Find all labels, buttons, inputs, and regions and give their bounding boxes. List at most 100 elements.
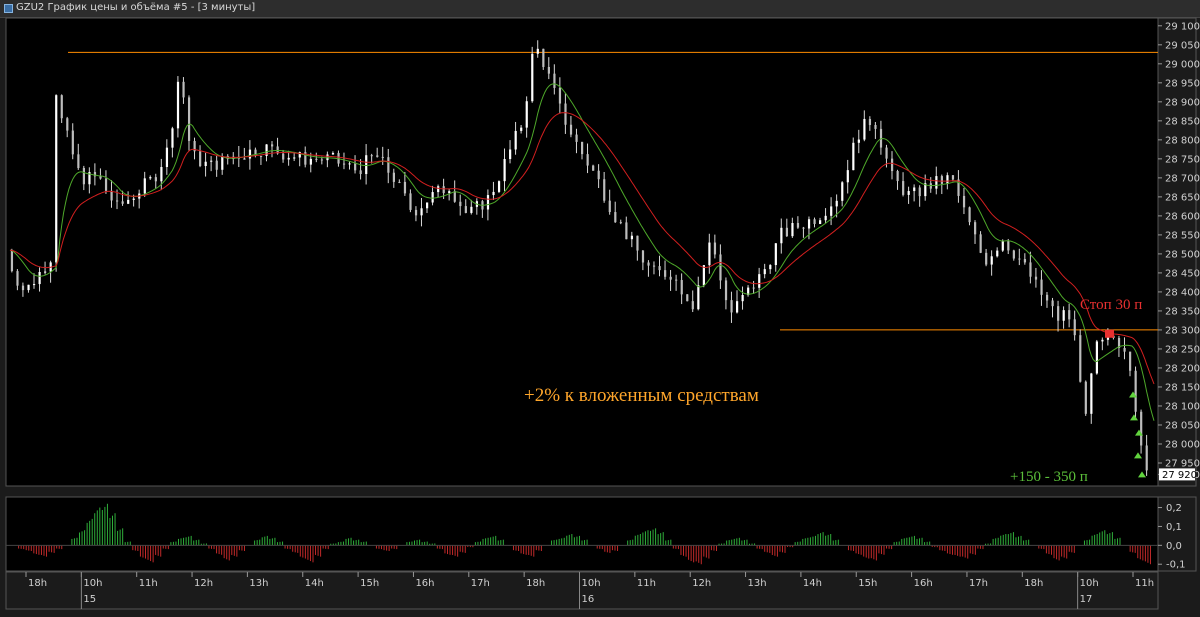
time-tick-label: 10h — [1080, 578, 1099, 589]
candle-body — [509, 149, 512, 160]
candle-body — [979, 234, 982, 253]
candle-body — [1062, 310, 1065, 321]
stop-loss-marker — [1105, 329, 1114, 338]
candle-body — [403, 181, 407, 194]
candle-body — [171, 128, 174, 148]
candle-body — [132, 198, 135, 200]
candle-body — [365, 155, 368, 175]
price-tick-label: 29 100 — [1165, 21, 1200, 32]
candle-body — [702, 265, 705, 286]
candle-body — [38, 271, 41, 285]
candle-body — [730, 300, 733, 313]
candle-body — [77, 154, 80, 169]
candle-body — [210, 160, 213, 162]
price-tick-label: 28 600 — [1165, 211, 1200, 222]
candle-body — [951, 175, 955, 180]
candle-body — [536, 48, 539, 54]
candle-body — [758, 274, 761, 288]
candle-body — [675, 279, 678, 281]
candle-body — [348, 163, 351, 165]
candle-body — [824, 215, 827, 221]
candle-body — [503, 159, 506, 182]
date-label: 16 — [582, 594, 595, 605]
candle-body — [187, 97, 191, 141]
candle-body — [807, 219, 811, 229]
candle-body — [1123, 347, 1126, 352]
candle-body — [608, 200, 611, 213]
price-tick-label: 28 800 — [1165, 135, 1200, 146]
candle-body — [813, 219, 816, 224]
candle-body — [60, 95, 63, 119]
candle-body — [398, 181, 401, 183]
oscillator-panel — [5, 496, 1159, 572]
candle-body — [531, 53, 534, 102]
price-tick-label: 27 950 — [1165, 458, 1200, 469]
time-tick-label: 14h — [803, 578, 822, 589]
time-tick-label: 11h — [139, 578, 158, 589]
profit-percent-annotation: +2% к вложенным средствам — [524, 385, 759, 406]
candle-body — [204, 161, 207, 167]
price-volume-chart[interactable]: 29 100 29 050 29 000 28 950 28 900 28 850 28 8… — [0, 0, 1200, 617]
price-tick-label: 28 150 — [1165, 382, 1200, 393]
candle-body — [1084, 381, 1087, 414]
candle-body — [547, 66, 550, 74]
candle-body — [1090, 373, 1093, 414]
candle-body — [1145, 445, 1148, 471]
candle-body — [1040, 279, 1043, 295]
candle-body — [453, 191, 456, 202]
candle-body — [464, 206, 467, 213]
price-tick-label: 29 000 — [1165, 59, 1200, 70]
candle-body — [320, 159, 324, 161]
candle-body — [708, 242, 711, 266]
candle-body — [497, 181, 501, 192]
candle-body — [652, 265, 656, 267]
oscillator-tick-label: -0,1 — [1166, 560, 1186, 571]
time-tick-label: 15h — [858, 578, 877, 589]
candle-body — [713, 242, 717, 255]
candle-body — [658, 266, 661, 271]
time-tick-label: 18h — [1024, 578, 1043, 589]
candle-body — [121, 201, 124, 204]
time-tick-label: 17h — [969, 578, 988, 589]
candle-body — [370, 155, 373, 157]
candle-body — [1023, 259, 1027, 263]
time-tick-label: 11h — [637, 578, 656, 589]
candle-body — [691, 301, 694, 310]
time-tick-label: 10h — [83, 578, 102, 589]
candle-body — [116, 200, 119, 202]
oscillator-tick-label: 0,2 — [1166, 503, 1182, 514]
candle-body — [940, 176, 944, 184]
candle-body — [558, 87, 562, 104]
candle-body — [1057, 306, 1060, 321]
candle-body — [1068, 310, 1071, 320]
candle-body — [448, 191, 451, 194]
price-tick-label: 28 550 — [1165, 230, 1200, 241]
candle-body — [896, 171, 899, 182]
candle-body — [974, 222, 977, 235]
candle-body — [907, 191, 910, 195]
candle-body — [520, 127, 523, 131]
candle-body — [32, 284, 36, 286]
candle-body — [1079, 335, 1082, 382]
candle-body — [592, 165, 595, 171]
candle-body — [420, 208, 423, 216]
price-tick-label: 28 250 — [1165, 344, 1200, 355]
time-tick-label: 11h — [1135, 578, 1154, 589]
candle-body — [215, 160, 218, 170]
candle-body — [774, 243, 777, 266]
date-label: 15 — [83, 594, 96, 605]
candle-body — [641, 250, 645, 263]
candle-body — [199, 151, 202, 167]
time-tick-label: 18h — [28, 578, 47, 589]
candle-body — [619, 222, 622, 224]
candle-body — [248, 149, 252, 159]
time-tick-label: 13h — [249, 578, 268, 589]
candle-body — [27, 284, 30, 291]
candle-body — [437, 186, 440, 193]
candle-body — [1073, 319, 1076, 336]
candle-body — [1101, 339, 1104, 342]
price-tick-label: 28 300 — [1165, 325, 1200, 336]
candle-body — [1129, 351, 1132, 371]
stop-annotation: Стоп 30 п — [1080, 297, 1142, 313]
candle-body — [149, 177, 152, 179]
